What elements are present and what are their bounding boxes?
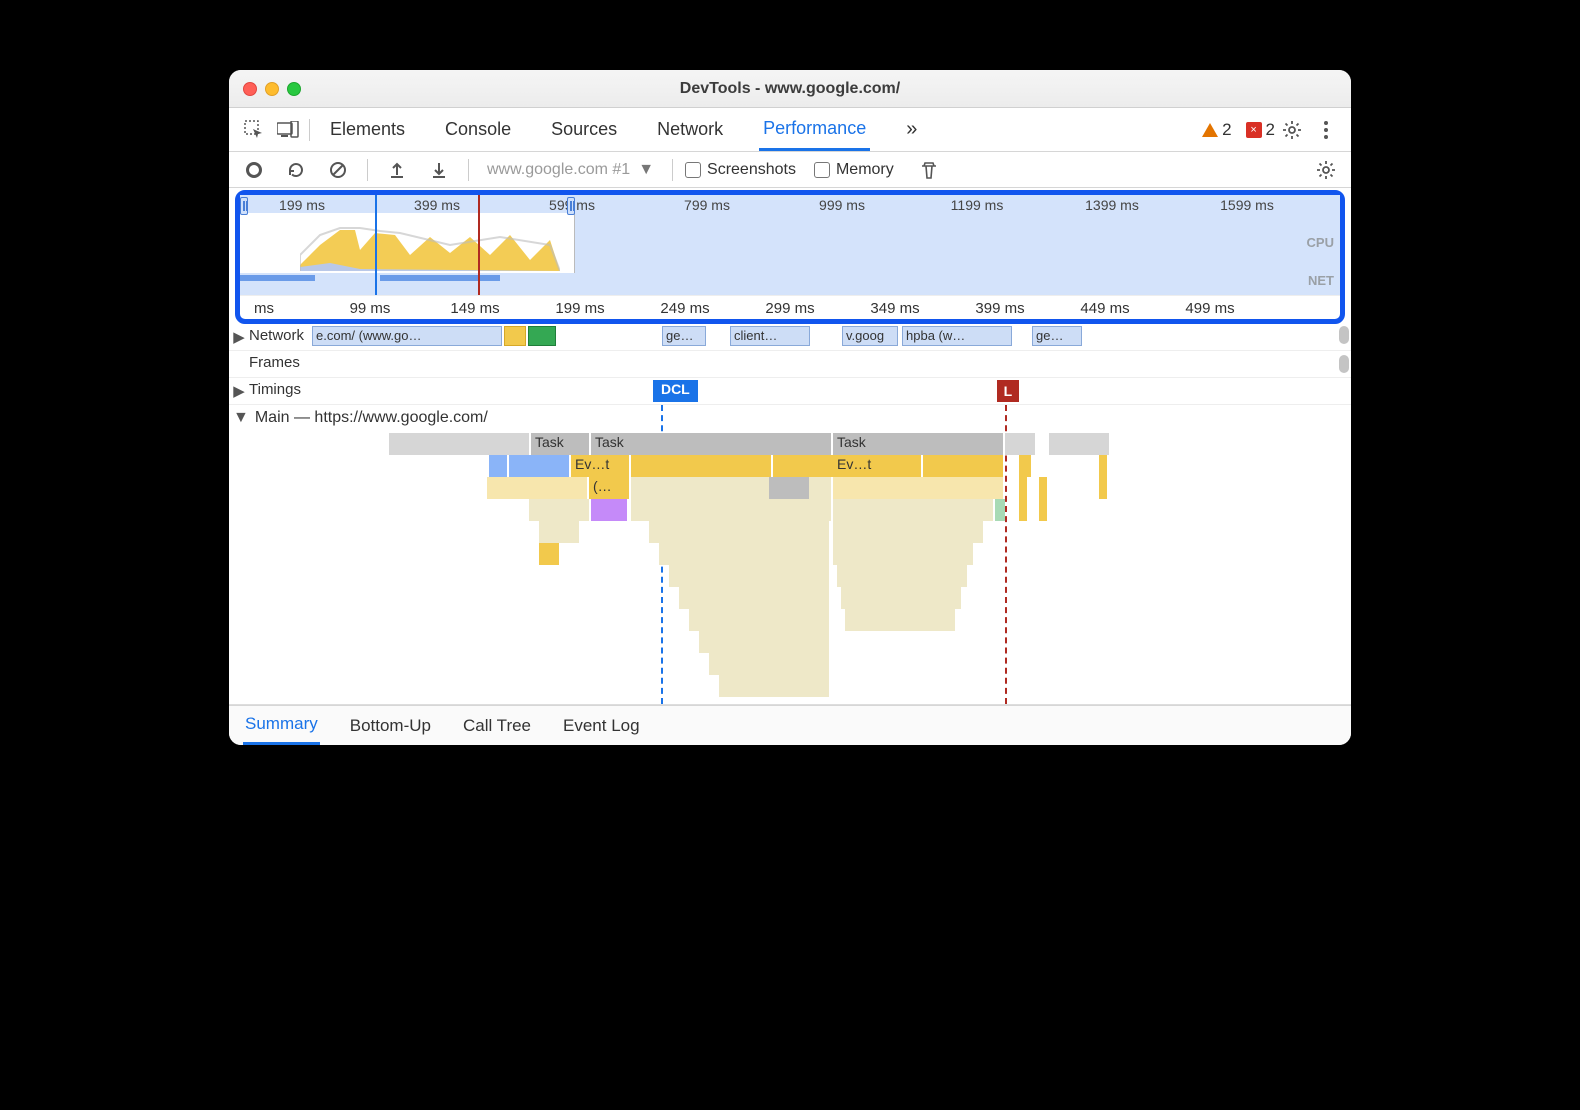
network-request[interactable]: ge…	[662, 326, 706, 346]
kebab-menu-icon[interactable]	[1309, 113, 1343, 147]
overview-ticks: 199 ms 399 ms 599 ms 799 ms 999 ms 1199 …	[240, 197, 1340, 213]
network-request[interactable]	[528, 326, 556, 346]
load-badge[interactable]: L	[997, 380, 1019, 402]
timeline-overview-highlight: 199 ms 399 ms 599 ms 799 ms 999 ms 1199 …	[235, 190, 1345, 324]
titlebar: DevTools - www.google.com/	[229, 70, 1351, 108]
timings-track[interactable]: ▶ Timings DCL L	[229, 378, 1351, 405]
main-thread-track[interactable]: ▼ Main — https://www.google.com/ Task Ta…	[229, 405, 1351, 705]
cpu-label: CPU	[1307, 235, 1334, 250]
tab-summary[interactable]: Summary	[243, 706, 320, 745]
tab-event-log[interactable]: Event Log	[561, 706, 642, 745]
record-button[interactable]	[237, 153, 271, 187]
tab-performance[interactable]: Performance	[759, 108, 870, 151]
network-request[interactable]	[504, 326, 526, 346]
overview-load-marker	[478, 195, 480, 295]
main-track-label: Main — https://www.google.com/	[255, 409, 488, 427]
scrollbar-thumb[interactable]	[1339, 326, 1349, 344]
errors-count[interactable]: × 2	[1246, 120, 1275, 140]
minimize-window-button[interactable]	[265, 82, 279, 96]
window-controls	[243, 82, 301, 96]
network-track[interactable]: ▶ Network e.com/ (www.go… ge… client… v.…	[229, 324, 1351, 351]
download-profile-icon[interactable]	[422, 153, 456, 187]
net-overview-bar	[240, 273, 575, 283]
expand-arrow-icon[interactable]: ▶	[229, 324, 249, 350]
network-request[interactable]: v.goog	[842, 326, 898, 346]
tab-elements[interactable]: Elements	[326, 108, 409, 151]
detail-ruler[interactable]: ms 99 ms 149 ms 199 ms 249 ms 299 ms 349…	[240, 295, 1340, 319]
settings-gear-icon[interactable]	[1275, 113, 1309, 147]
frames-track[interactable]: Frames	[229, 351, 1351, 378]
capture-settings-gear-icon[interactable]	[1309, 153, 1343, 187]
scrollbar-thumb[interactable]	[1339, 355, 1349, 373]
tabs-overflow-icon[interactable]: »	[902, 108, 921, 151]
panel-tabs: Elements Console Sources Network Perform…	[229, 108, 1351, 152]
window-title: DevTools - www.google.com/	[680, 80, 900, 98]
memory-checkbox[interactable]: Memory	[814, 161, 904, 179]
expand-arrow-icon[interactable]: ▶	[229, 378, 249, 404]
net-label: NET	[1308, 273, 1334, 288]
tab-bottom-up[interactable]: Bottom-Up	[348, 706, 433, 745]
network-request[interactable]: hpba (w…	[902, 326, 1012, 346]
performance-toolbar: www.google.com #1 ▼ Screenshots Memory	[229, 152, 1351, 188]
network-request[interactable]: ge…	[1032, 326, 1082, 346]
inspect-element-icon[interactable]	[237, 113, 271, 147]
collapse-arrow-icon[interactable]: ▼	[233, 409, 249, 427]
flame-chart[interactable]: Task Task Task Ev…t Ev…t (…	[229, 433, 1351, 704]
network-request[interactable]: e.com/ (www.go…	[312, 326, 502, 346]
close-window-button[interactable]	[243, 82, 257, 96]
tab-network[interactable]: Network	[653, 108, 727, 151]
devtools-window: DevTools - www.google.com/ Elements Cons…	[229, 70, 1351, 745]
chevron-down-icon: ▼	[638, 161, 654, 179]
zoom-window-button[interactable]	[287, 82, 301, 96]
overview-dcl-marker	[375, 195, 377, 295]
error-icon: ×	[1246, 122, 1262, 138]
tab-console[interactable]: Console	[441, 108, 515, 151]
warnings-count[interactable]: 2	[1202, 120, 1231, 140]
screenshots-checkbox[interactable]: Screenshots	[685, 161, 806, 179]
profile-select[interactable]: www.google.com #1 ▼	[481, 161, 660, 179]
details-tabs: Summary Bottom-Up Call Tree Event Log	[229, 705, 1351, 745]
device-toolbar-icon[interactable]	[271, 113, 305, 147]
cpu-overview-chart	[300, 225, 560, 271]
timeline-overview[interactable]: 199 ms 399 ms 599 ms 799 ms 999 ms 1199 …	[240, 195, 1340, 295]
dcl-badge[interactable]: DCL	[653, 380, 698, 402]
warning-icon	[1202, 123, 1218, 137]
overview-range-handle-left[interactable]	[240, 197, 248, 215]
overview-range-handle-right[interactable]	[567, 197, 575, 215]
tab-call-tree[interactable]: Call Tree	[461, 706, 533, 745]
network-request[interactable]: client…	[730, 326, 810, 346]
reload-record-icon[interactable]	[279, 153, 313, 187]
garbage-collect-icon[interactable]	[912, 153, 946, 187]
clear-icon[interactable]	[321, 153, 355, 187]
upload-profile-icon[interactable]	[380, 153, 414, 187]
tab-sources[interactable]: Sources	[547, 108, 621, 151]
